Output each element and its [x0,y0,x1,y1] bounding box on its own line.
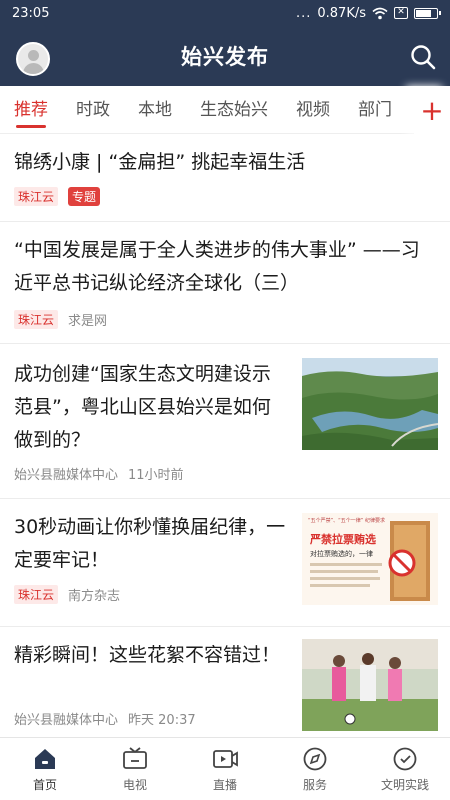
bottom-nav: 首页 电视 直播 服务 文明实践 [0,737,450,800]
avatar[interactable] [16,42,50,76]
topic-badge: 专题 [68,187,101,206]
news-title: 30秒动画让你秒懂换届纪律，一定要牢记！ [14,516,286,571]
nav-live[interactable]: 直播 [180,738,270,800]
tab-eco-shixing[interactable]: 生态始兴 [186,86,282,134]
status-time: 23:05 [12,5,50,21]
practice-icon [393,747,417,770]
channel-tabs: 推荐 时政 本地 生态始兴 视频 部门 [0,86,450,134]
tab-departments[interactable]: 部门 [344,86,406,134]
news-meta: 始兴县融媒体中心 昨天 20:37 [14,709,196,728]
battery-level [416,9,432,17]
tv-icon [123,746,147,769]
nav-tv[interactable]: 电视 [90,738,180,800]
tab-recommend[interactable]: 推荐 [0,86,62,134]
nav-label: 服务 [302,777,327,792]
nav-label: 文明实践 [380,777,429,792]
news-item[interactable]: “中国发展是属于全人类进步的伟大事业” ——习近平总书记纵论经济全球化（三） 珠… [0,222,450,344]
live-video-icon [213,749,238,768]
news-title: 成功创建“国家生态文明建设示范县”，粤北山区县始兴是如何做到的？ [14,363,271,451]
source-tag: 珠江云 [14,310,59,329]
news-thumbnail[interactable]: “五个严禁”、“五个一律” 纪律要求 严禁拉票贿选 对拉票贿选的，一律 [302,513,438,605]
nav-label: 首页 [32,777,57,792]
source-label: 始兴县融媒体中心 [14,713,119,728]
news-title: 锦绣小康 | “金扁担” 挑起幸福生活 [14,151,306,173]
status-dots: ... [295,5,312,21]
home-icon [35,748,55,769]
football-photo-image [302,639,438,731]
news-item[interactable]: 锦绣小康 | “金扁担” 挑起幸福生活 珠江云 专题 [0,134,450,222]
status-bar: 23:05 ... 0.87K/s ✕ [0,0,450,26]
compass-icon [303,747,327,770]
poster-sub-text: 对拉票贿选的，一律 [310,550,373,558]
news-meta: 始兴县融媒体中心 11小时前 [14,464,184,483]
news-item[interactable]: 精彩瞬间！这些花絮不容错过！ 始兴县融媒体中心 昨天 20:37 [0,627,450,737]
news-title: “中国发展是属于全人类进步的伟大事业” ——习近平总书记纵论经济全球化（三） [14,239,420,294]
app-header: 始兴发布 [0,26,450,86]
source-label: 始兴县融媒体中心 [14,468,119,483]
news-meta: 珠江云 求是网 [14,310,436,329]
news-meta: 珠江云 南方杂志 [14,585,120,604]
avatar-body [23,63,44,74]
avatar-head [28,50,39,61]
tab-politics[interactable]: 时政 [62,86,124,134]
network-speed: 0.87K/s [317,5,366,21]
source-tag: 珠江云 [14,585,59,604]
nav-label: 直播 [212,777,237,792]
nav-home[interactable]: 首页 [0,738,90,800]
source-tag: 珠江云 [14,187,59,206]
news-feed: 锦绣小康 | “金扁担” 挑起幸福生活 珠江云 专题 “中国发展是属于全人类进步… [0,134,450,737]
news-meta: 珠江云 专题 [14,187,436,206]
election-poster-image [302,513,438,605]
timestamp: 11小时前 [128,468,184,483]
news-thumbnail[interactable] [302,358,438,450]
battery-icon [414,7,441,19]
origin-label: 南方杂志 [68,589,121,604]
news-item[interactable]: 30秒动画让你秒懂换届纪律，一定要牢记！ 珠江云 南方杂志 “五个严禁”、“五个… [0,499,450,627]
nav-services[interactable]: 服务 [270,738,360,800]
nav-civic-practice[interactable]: 文明实践 [360,738,450,800]
app-title: 始兴发布 [181,45,269,69]
no-sim-icon: ✕ [394,7,408,19]
tab-video[interactable]: 视频 [282,86,344,134]
poster-top-text: “五个严禁”、“五个一律” 纪律要求 [308,518,385,524]
origin-label: 求是网 [68,314,108,329]
news-thumbnail[interactable] [302,639,438,731]
wifi-icon [372,7,388,19]
poster-headline: 严禁拉票贿选 [310,533,376,546]
search-icon[interactable] [410,44,436,70]
tab-local[interactable]: 本地 [124,86,186,134]
news-item[interactable]: 成功创建“国家生态文明建设示范县”，粤北山区县始兴是如何做到的？ 始兴县融媒体中… [0,344,450,499]
aerial-reservoir-image [302,358,438,450]
news-title: 精彩瞬间！这些花絮不容错过！ [14,644,281,666]
timestamp: 昨天 20:37 [128,713,196,728]
add-tab-button[interactable]: + [414,86,450,134]
nav-label: 电视 [122,777,147,792]
status-indicators: ... 0.87K/s ✕ [295,5,441,21]
